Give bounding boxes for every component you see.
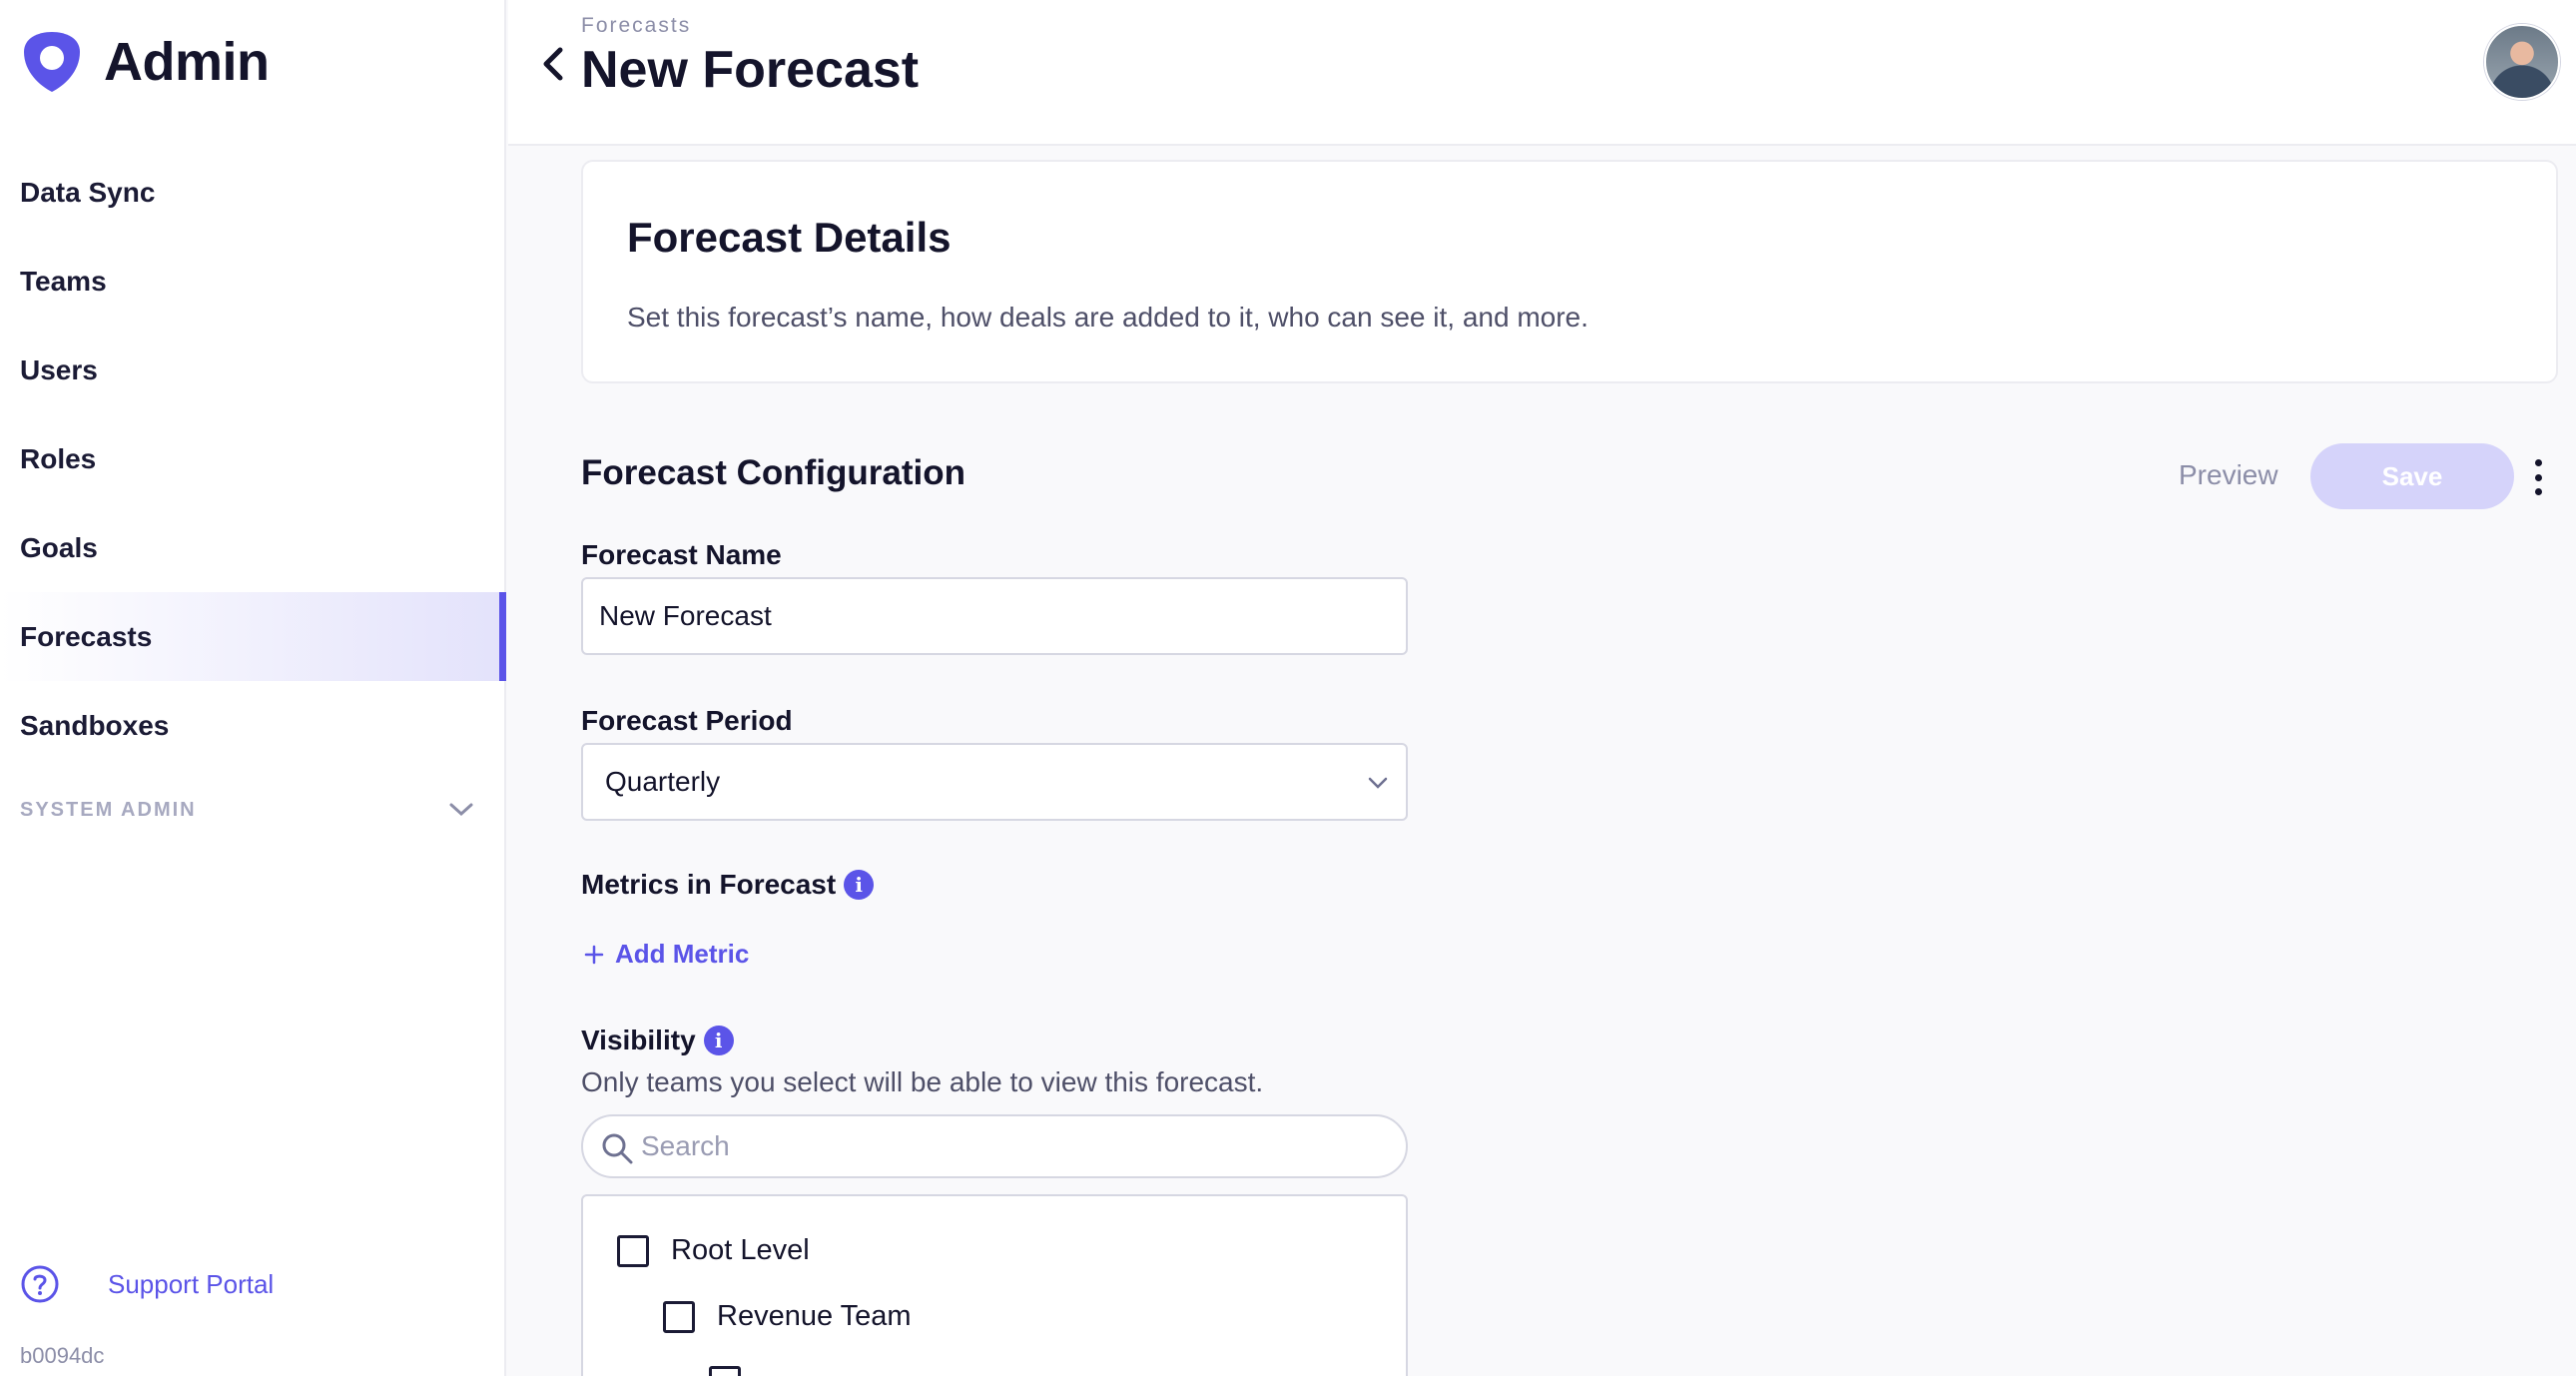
forecast-period-value: Quarterly bbox=[605, 766, 721, 797]
forecast-name-input[interactable] bbox=[581, 577, 1408, 655]
forecast-period-label: Forecast Period bbox=[581, 705, 793, 736]
tree-item-partial[interactable] bbox=[709, 1366, 741, 1376]
page-title: New Forecast bbox=[581, 41, 920, 99]
metrics-label: Metrics in Forecast bbox=[581, 869, 837, 900]
sidebar-item-roles[interactable]: Roles bbox=[0, 414, 506, 503]
add-metric-button[interactable]: Add Metric bbox=[583, 939, 749, 970]
info-icon[interactable]: i bbox=[703, 1026, 734, 1055]
tree-item-revenue-team[interactable]: Revenue Team bbox=[663, 1300, 912, 1333]
help-circle-icon bbox=[21, 1265, 59, 1303]
breadcrumb[interactable]: Forecasts bbox=[581, 14, 691, 38]
sidebar-item-sandboxes[interactable]: Sandboxes bbox=[0, 681, 506, 770]
sidebar-item-data-sync[interactable]: Data Sync bbox=[0, 148, 506, 237]
visibility-label-row: Visibility i bbox=[581, 1025, 734, 1056]
metrics-label-row: Metrics in Forecast i bbox=[581, 869, 875, 901]
plus-icon bbox=[584, 945, 604, 964]
tree-item-label: Root Level bbox=[671, 1234, 810, 1266]
visibility-description: Only teams you select will be able to vi… bbox=[581, 1066, 1264, 1097]
version-text: b0094dc bbox=[20, 1343, 105, 1368]
checkbox[interactable] bbox=[709, 1366, 741, 1376]
search-input[interactable] bbox=[641, 1124, 1380, 1168]
add-metric-label: Add Metric bbox=[615, 939, 750, 969]
forecast-period-select[interactable]: Quarterly bbox=[581, 743, 1408, 821]
page-header: Forecasts New Forecast bbox=[508, 0, 2576, 146]
info-icon[interactable]: i bbox=[844, 870, 875, 900]
chevron-down-icon bbox=[449, 803, 473, 817]
forecast-details-card: Forecast Details Set this forecast’s nam… bbox=[581, 160, 2558, 383]
back-arrow-icon[interactable] bbox=[538, 44, 568, 84]
sidebar-item-goals[interactable]: Goals bbox=[0, 503, 506, 592]
visibility-label: Visibility bbox=[581, 1025, 696, 1055]
app-name: Admin bbox=[104, 32, 270, 92]
team-tree: Root Level Revenue Team bbox=[581, 1194, 1408, 1376]
sidebar-item-teams[interactable]: Teams bbox=[0, 237, 506, 326]
support-portal-link[interactable]: Support Portal bbox=[20, 1264, 274, 1304]
preview-button[interactable]: Preview bbox=[2179, 459, 2278, 491]
checkbox[interactable] bbox=[617, 1234, 649, 1267]
sidebar: Admin Data Sync Teams Users Roles Goals … bbox=[0, 0, 506, 1376]
config-title: Forecast Configuration bbox=[581, 453, 966, 492]
sidebar-nav: Data Sync Teams Users Roles Goals Foreca… bbox=[0, 148, 506, 850]
sidebar-item-forecasts[interactable]: Forecasts bbox=[0, 592, 506, 681]
save-button[interactable]: Save bbox=[2310, 443, 2514, 509]
system-admin-label: SYSTEM ADMIN bbox=[20, 798, 197, 821]
support-portal-label: Support Portal bbox=[108, 1268, 275, 1299]
sidebar-item-users[interactable]: Users bbox=[0, 326, 506, 414]
avatar[interactable] bbox=[2484, 24, 2560, 100]
details-title: Forecast Details bbox=[627, 214, 952, 261]
tree-item-label: Revenue Team bbox=[717, 1300, 912, 1332]
chevron-down-icon bbox=[1368, 777, 1388, 789]
search-icon bbox=[602, 1133, 633, 1164]
more-options-icon[interactable] bbox=[2526, 459, 2550, 495]
system-admin-section-toggle[interactable]: SYSTEM ADMIN bbox=[0, 770, 506, 850]
details-description: Set this forecast’s name, how deals are … bbox=[627, 302, 1589, 333]
team-search bbox=[581, 1114, 1408, 1178]
tree-item-root-level[interactable]: Root Level bbox=[617, 1234, 810, 1267]
shield-logo-icon bbox=[24, 32, 80, 92]
brand[interactable]: Admin bbox=[20, 30, 270, 94]
forecast-name-label: Forecast Name bbox=[581, 539, 782, 570]
checkbox[interactable] bbox=[663, 1300, 695, 1333]
